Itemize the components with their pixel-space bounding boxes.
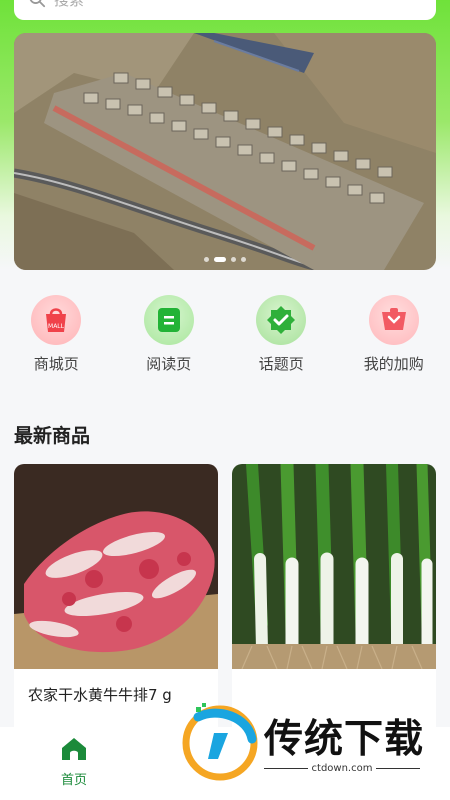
divider xyxy=(264,768,308,769)
section-title: 最新商品 xyxy=(14,425,91,447)
tab-home[interactable]: 首页 xyxy=(44,737,104,788)
product-card[interactable] xyxy=(232,464,436,744)
home-icon xyxy=(62,738,86,760)
search-icon xyxy=(29,0,46,8)
watermark-logo xyxy=(182,703,258,781)
product-title: 农家干水黄牛牛排7 g xyxy=(28,686,172,704)
watermark-domain: ctdown.com xyxy=(311,763,373,774)
watermark: 传统下载 ctdown.com xyxy=(178,703,438,783)
nav-label-mall: 商城页 xyxy=(33,355,79,373)
quick-nav: MALL 商城页 阅读页 话题页 我的加购 xyxy=(0,295,450,380)
beef-ribs-image xyxy=(14,464,218,669)
green-onion-image xyxy=(232,464,436,669)
search-bar[interactable]: 搜索 xyxy=(14,0,436,20)
product-card[interactable]: 农家干水黄牛牛排7 g xyxy=(14,464,218,744)
shopping-bag-icon: MALL xyxy=(31,295,82,345)
mall-badge: MALL xyxy=(48,323,65,330)
product-title xyxy=(232,669,436,684)
divider xyxy=(376,768,420,769)
watermark-domain-row: ctdown.com xyxy=(264,763,420,774)
nav-label-topic: 话题页 xyxy=(258,355,304,373)
nav-item-topic[interactable]: 话题页 xyxy=(225,295,338,380)
nav-item-reading[interactable]: 阅读页 xyxy=(113,295,226,380)
carousel-dot[interactable] xyxy=(204,257,209,262)
carousel-dot[interactable] xyxy=(231,257,236,262)
carousel-dot-active[interactable] xyxy=(214,257,226,262)
nav-label-cart: 我的加购 xyxy=(363,355,424,373)
reading-icon xyxy=(143,295,194,345)
banner-carousel[interactable] xyxy=(14,33,436,270)
cart-icon xyxy=(368,295,419,345)
nav-item-cart[interactable]: 我的加购 xyxy=(338,295,450,380)
tab-home-label: 首页 xyxy=(60,773,87,788)
topic-badge-icon xyxy=(256,295,307,345)
search-placeholder: 搜索 xyxy=(54,0,84,10)
watermark-brand: 传统下载 xyxy=(264,717,425,762)
banner-image xyxy=(14,33,436,270)
carousel-indicators xyxy=(14,257,436,262)
nav-item-mall[interactable]: MALL 商城页 xyxy=(0,295,113,380)
carousel-dot[interactable] xyxy=(241,257,246,262)
nav-label-reading: 阅读页 xyxy=(146,355,192,373)
